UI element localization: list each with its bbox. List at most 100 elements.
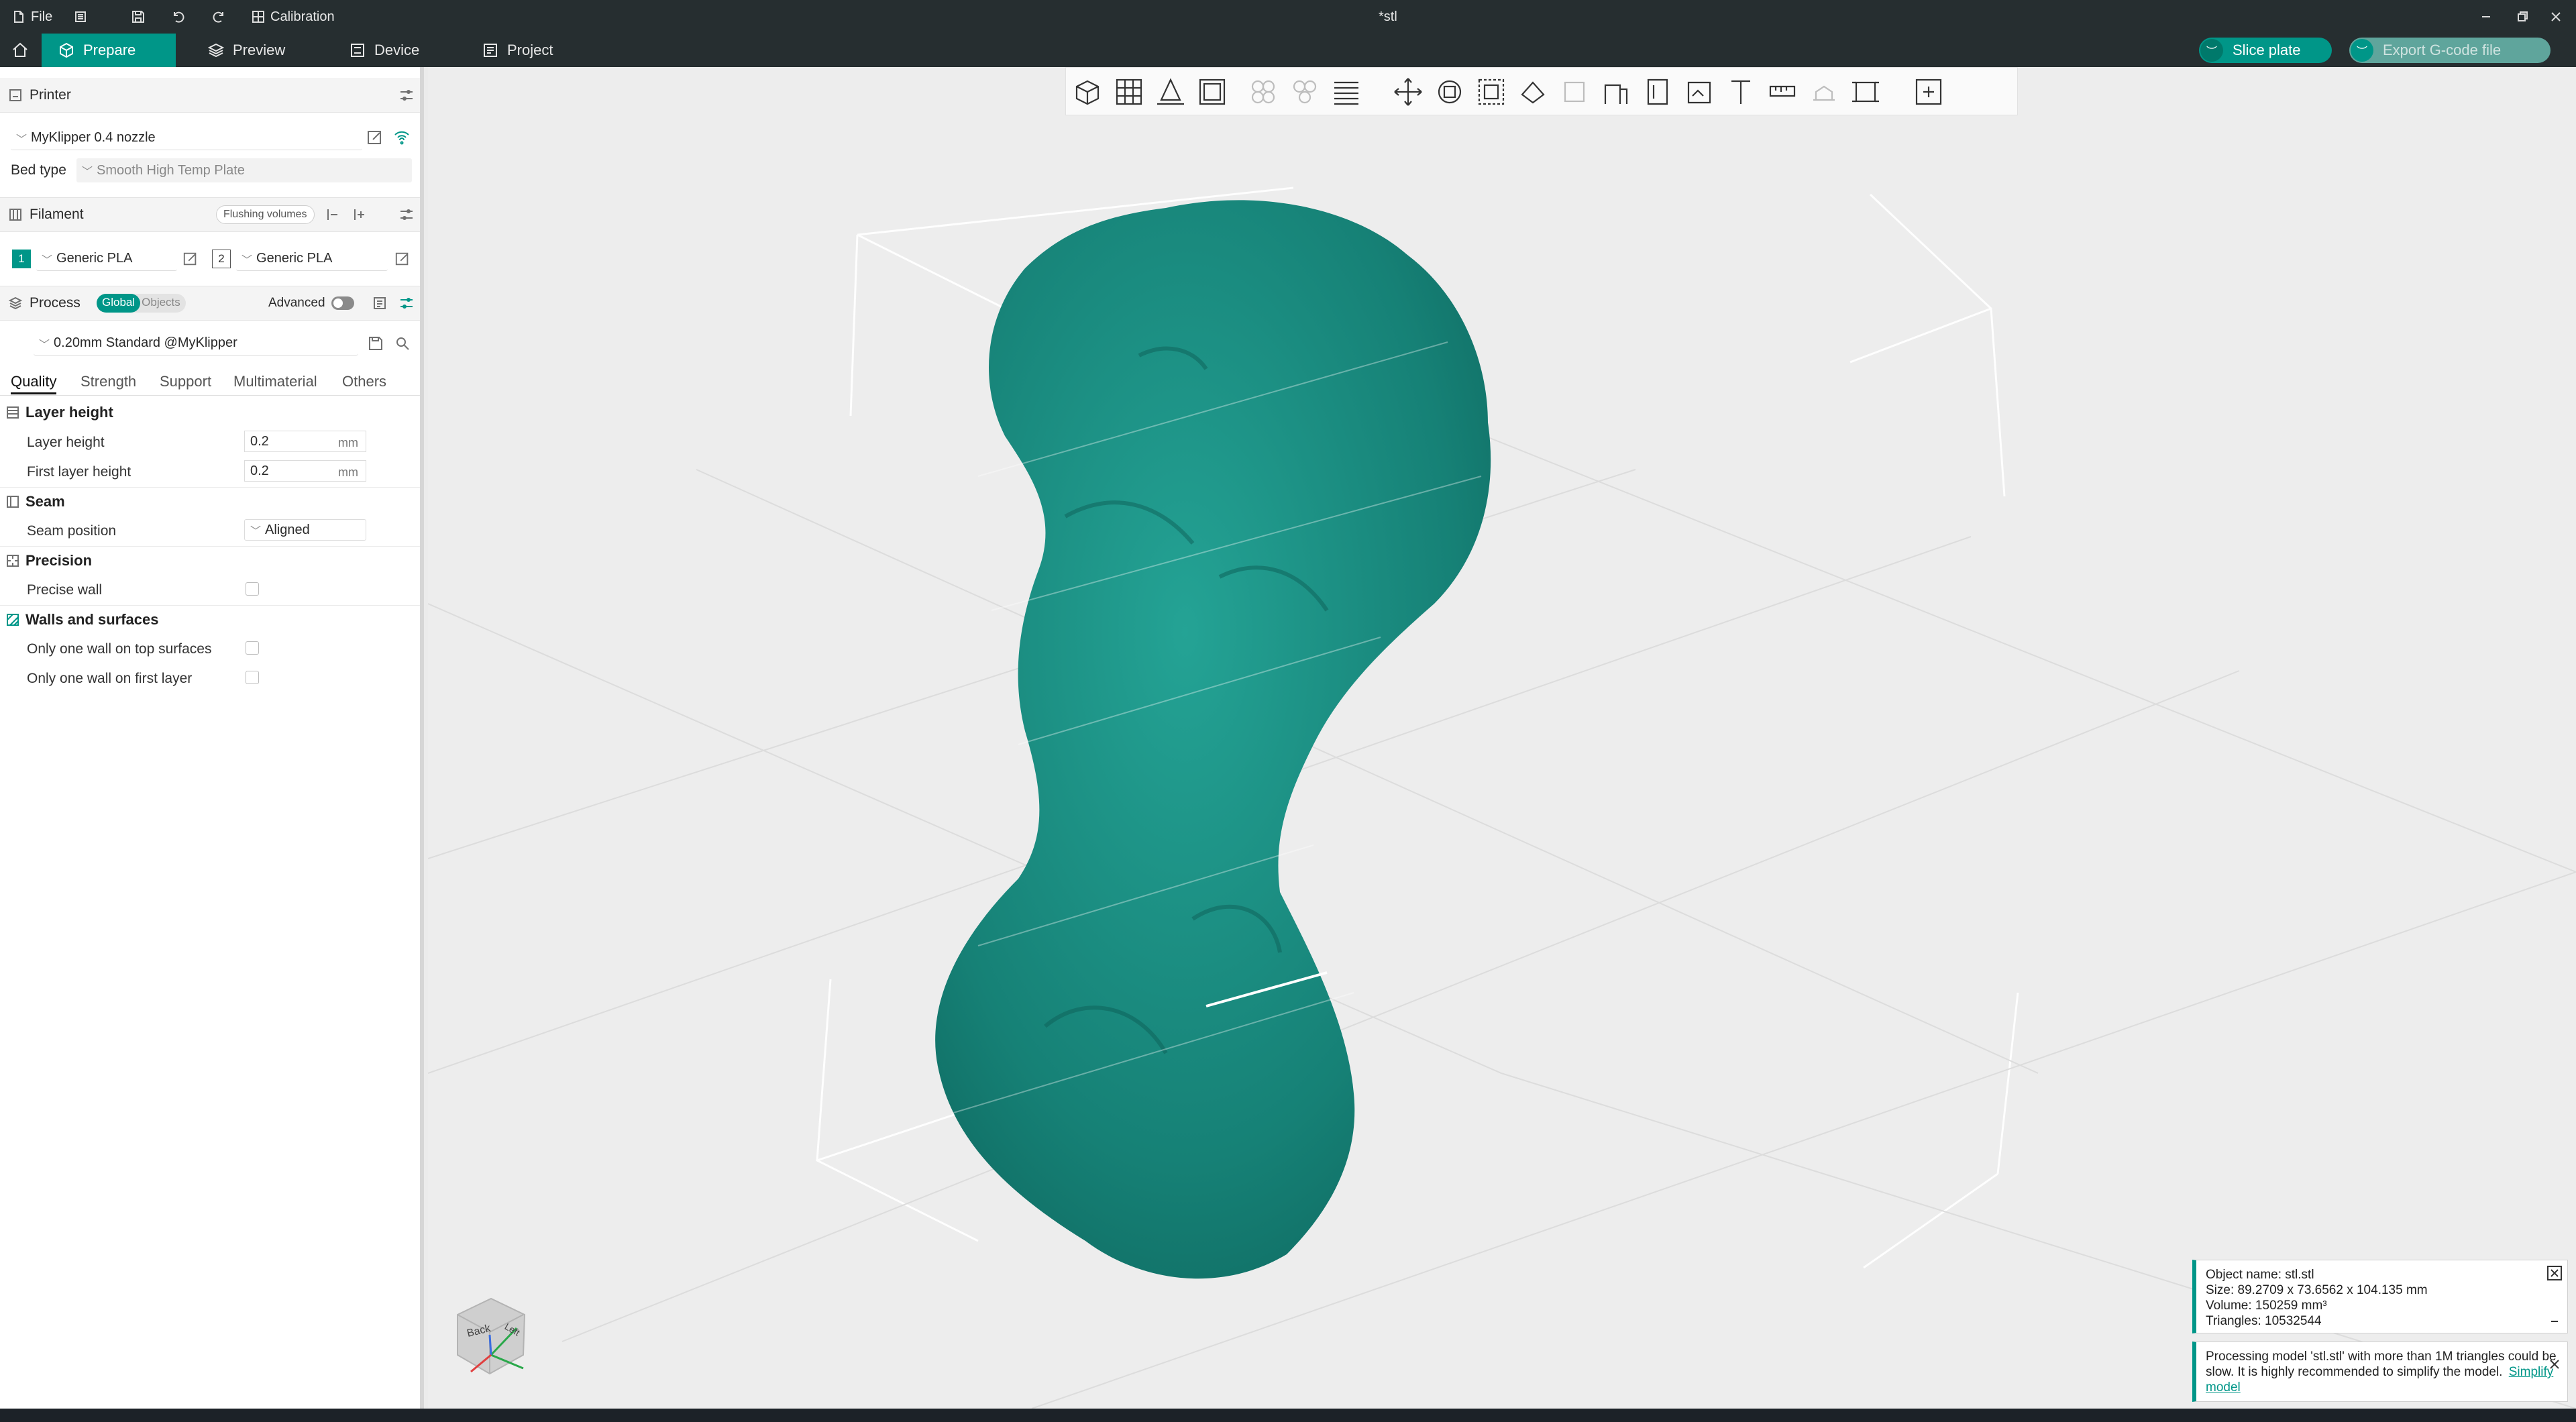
add-plate-button[interactable] bbox=[1113, 76, 1145, 108]
menu-icon bbox=[75, 11, 86, 22]
process-settings-icon[interactable] bbox=[398, 295, 415, 311]
measure-button[interactable] bbox=[1766, 76, 1799, 108]
printer-section-label: Printer bbox=[30, 87, 71, 103]
objects-scope-button[interactable]: Objects bbox=[140, 294, 186, 313]
flushing-volumes-button[interactable]: Flushing volumes bbox=[216, 205, 315, 224]
text-icon bbox=[1731, 80, 1750, 104]
settings-tab-strength[interactable]: Strength bbox=[80, 373, 136, 390]
settings-tab-multimaterial[interactable]: Multimaterial bbox=[233, 373, 317, 390]
object-volume-text: Volume: 150259 mm³ bbox=[2206, 1299, 2327, 1313]
restore-icon bbox=[2518, 11, 2528, 21]
split-parts-button[interactable] bbox=[1289, 76, 1321, 108]
edit-icon[interactable] bbox=[394, 251, 411, 267]
export-gcode-button[interactable]: ︶ Export G-code file bbox=[2349, 38, 2551, 63]
settings-tab-support[interactable]: Support bbox=[160, 373, 211, 390]
layer-height-group: Layer height bbox=[0, 398, 420, 427]
group-title: Seam bbox=[25, 492, 65, 510]
slice-plate-button[interactable]: ︶ Slice plate bbox=[2199, 38, 2332, 63]
wifi-icon[interactable] bbox=[393, 129, 411, 146]
edit-icon[interactable] bbox=[366, 129, 384, 146]
cut-disabled-button[interactable] bbox=[1558, 76, 1591, 108]
precise-wall-label: Precise wall bbox=[27, 582, 103, 598]
redo-button[interactable] bbox=[211, 0, 226, 34]
calibration-menu[interactable]: Calibration bbox=[252, 0, 335, 34]
lay-on-face-button[interactable] bbox=[1517, 76, 1549, 108]
save-button[interactable] bbox=[131, 0, 146, 34]
group-title: Walls and surfaces bbox=[25, 610, 159, 628]
undo-button[interactable] bbox=[171, 0, 186, 34]
settings-sliders-icon[interactable] bbox=[398, 207, 415, 223]
printer-select[interactable]: ﹀ MyKlipper 0.4 nozzle bbox=[11, 126, 362, 150]
assembly-view-button[interactable] bbox=[1913, 76, 1945, 108]
bed-type-row: Bed type bbox=[11, 158, 66, 182]
settings-tab-others[interactable]: Others bbox=[342, 373, 386, 390]
assembly-view-icon bbox=[1915, 78, 1942, 105]
view-cube[interactable]: Back Left bbox=[444, 1288, 545, 1388]
global-scope-button[interactable]: Global bbox=[97, 294, 141, 313]
search-icon[interactable] bbox=[394, 335, 411, 351]
minimize-icon[interactable] bbox=[2548, 1315, 2561, 1327]
menu-button[interactable] bbox=[74, 0, 87, 34]
save-preset-icon[interactable] bbox=[368, 335, 384, 351]
model-mesh[interactable] bbox=[844, 141, 1649, 1335]
advanced-label: Advanced bbox=[268, 296, 325, 310]
scale-button[interactable] bbox=[1475, 76, 1507, 108]
one-wall-top-checkbox[interactable] bbox=[246, 641, 259, 655]
seam-paint-button[interactable] bbox=[1683, 76, 1715, 108]
printer-section-header: Printer bbox=[0, 78, 420, 113]
file-menu[interactable]: File bbox=[12, 0, 52, 34]
filament-slot-index: 1 bbox=[12, 250, 31, 268]
split-objects-button[interactable] bbox=[1247, 76, 1279, 108]
chevron-down-icon: ﹀ bbox=[42, 254, 53, 266]
object-triangles-text: Triangles: 10532544 bbox=[2206, 1314, 2322, 1328]
seam-icon bbox=[7, 495, 19, 508]
3d-viewport[interactable]: Back Left Object name: stl.stl Size: 89.… bbox=[428, 67, 2576, 1409]
bed-type-select[interactable]: ﹀ Smooth High Temp Plate bbox=[76, 158, 412, 182]
close-icon[interactable] bbox=[2547, 1357, 2562, 1372]
one-wall-first-checkbox[interactable] bbox=[246, 671, 259, 684]
text-tool-button[interactable] bbox=[1725, 76, 1757, 108]
first-layer-height-label: First layer height bbox=[27, 464, 131, 480]
home-button[interactable] bbox=[0, 34, 40, 67]
seam-position-select[interactable]: ﹀ Aligned bbox=[244, 519, 366, 541]
process-preset-select[interactable]: ﹀ 0.20mm Standard @MyKlipper bbox=[34, 331, 358, 356]
filament-select-1[interactable]: ﹀ Generic PLA bbox=[36, 247, 177, 271]
tab-project[interactable]: Project bbox=[466, 34, 569, 67]
compare-presets-icon[interactable] bbox=[372, 295, 388, 311]
add-filament-icon[interactable] bbox=[352, 207, 368, 223]
bounding-box-button[interactable] bbox=[1849, 76, 1882, 108]
precision-icon bbox=[7, 554, 19, 567]
assembly-button[interactable] bbox=[1808, 76, 1840, 108]
minimize-button[interactable] bbox=[2479, 0, 2493, 34]
tab-prepare[interactable]: Prepare bbox=[42, 34, 176, 67]
rotate-button[interactable] bbox=[1434, 76, 1466, 108]
minimize-icon bbox=[2482, 16, 2490, 17]
settings-sliders-icon[interactable] bbox=[398, 87, 415, 103]
process-icon bbox=[8, 296, 23, 310]
tab-label: Project bbox=[507, 42, 553, 58]
variable-layer-button[interactable] bbox=[1330, 76, 1362, 108]
restore-button[interactable] bbox=[2516, 0, 2529, 34]
tab-preview[interactable]: Preview bbox=[191, 34, 301, 67]
main-tab-bar: Prepare Preview Device Project ︶ Slice p… bbox=[0, 34, 2576, 67]
remove-filament-icon[interactable] bbox=[325, 207, 341, 223]
add-cube-icon bbox=[1075, 80, 1099, 105]
cut-button[interactable] bbox=[1600, 76, 1632, 108]
move-button[interactable] bbox=[1392, 76, 1424, 108]
precise-wall-checkbox[interactable] bbox=[246, 582, 259, 596]
close-icon[interactable] bbox=[2547, 1266, 2562, 1280]
warning-text: Processing model 'stl.stl' with more tha… bbox=[2206, 1350, 2557, 1379]
filament-select-2[interactable]: ﹀ Generic PLA bbox=[236, 247, 388, 271]
auto-orient-button[interactable] bbox=[1155, 76, 1187, 108]
tab-device[interactable]: Device bbox=[333, 34, 435, 67]
object-name-text: Object name: stl.stl bbox=[2206, 1268, 2314, 1282]
cut-disabled-icon bbox=[1564, 81, 1585, 103]
arrange-button[interactable] bbox=[1196, 76, 1228, 108]
close-window-button[interactable] bbox=[2549, 0, 2563, 34]
settings-tab-quality[interactable]: Quality bbox=[11, 373, 57, 394]
edit-icon[interactable] bbox=[182, 251, 199, 267]
support-paint-button[interactable] bbox=[1642, 76, 1674, 108]
calibration-icon bbox=[252, 11, 264, 23]
advanced-toggle[interactable] bbox=[331, 296, 354, 310]
add-object-button[interactable] bbox=[1071, 76, 1104, 108]
